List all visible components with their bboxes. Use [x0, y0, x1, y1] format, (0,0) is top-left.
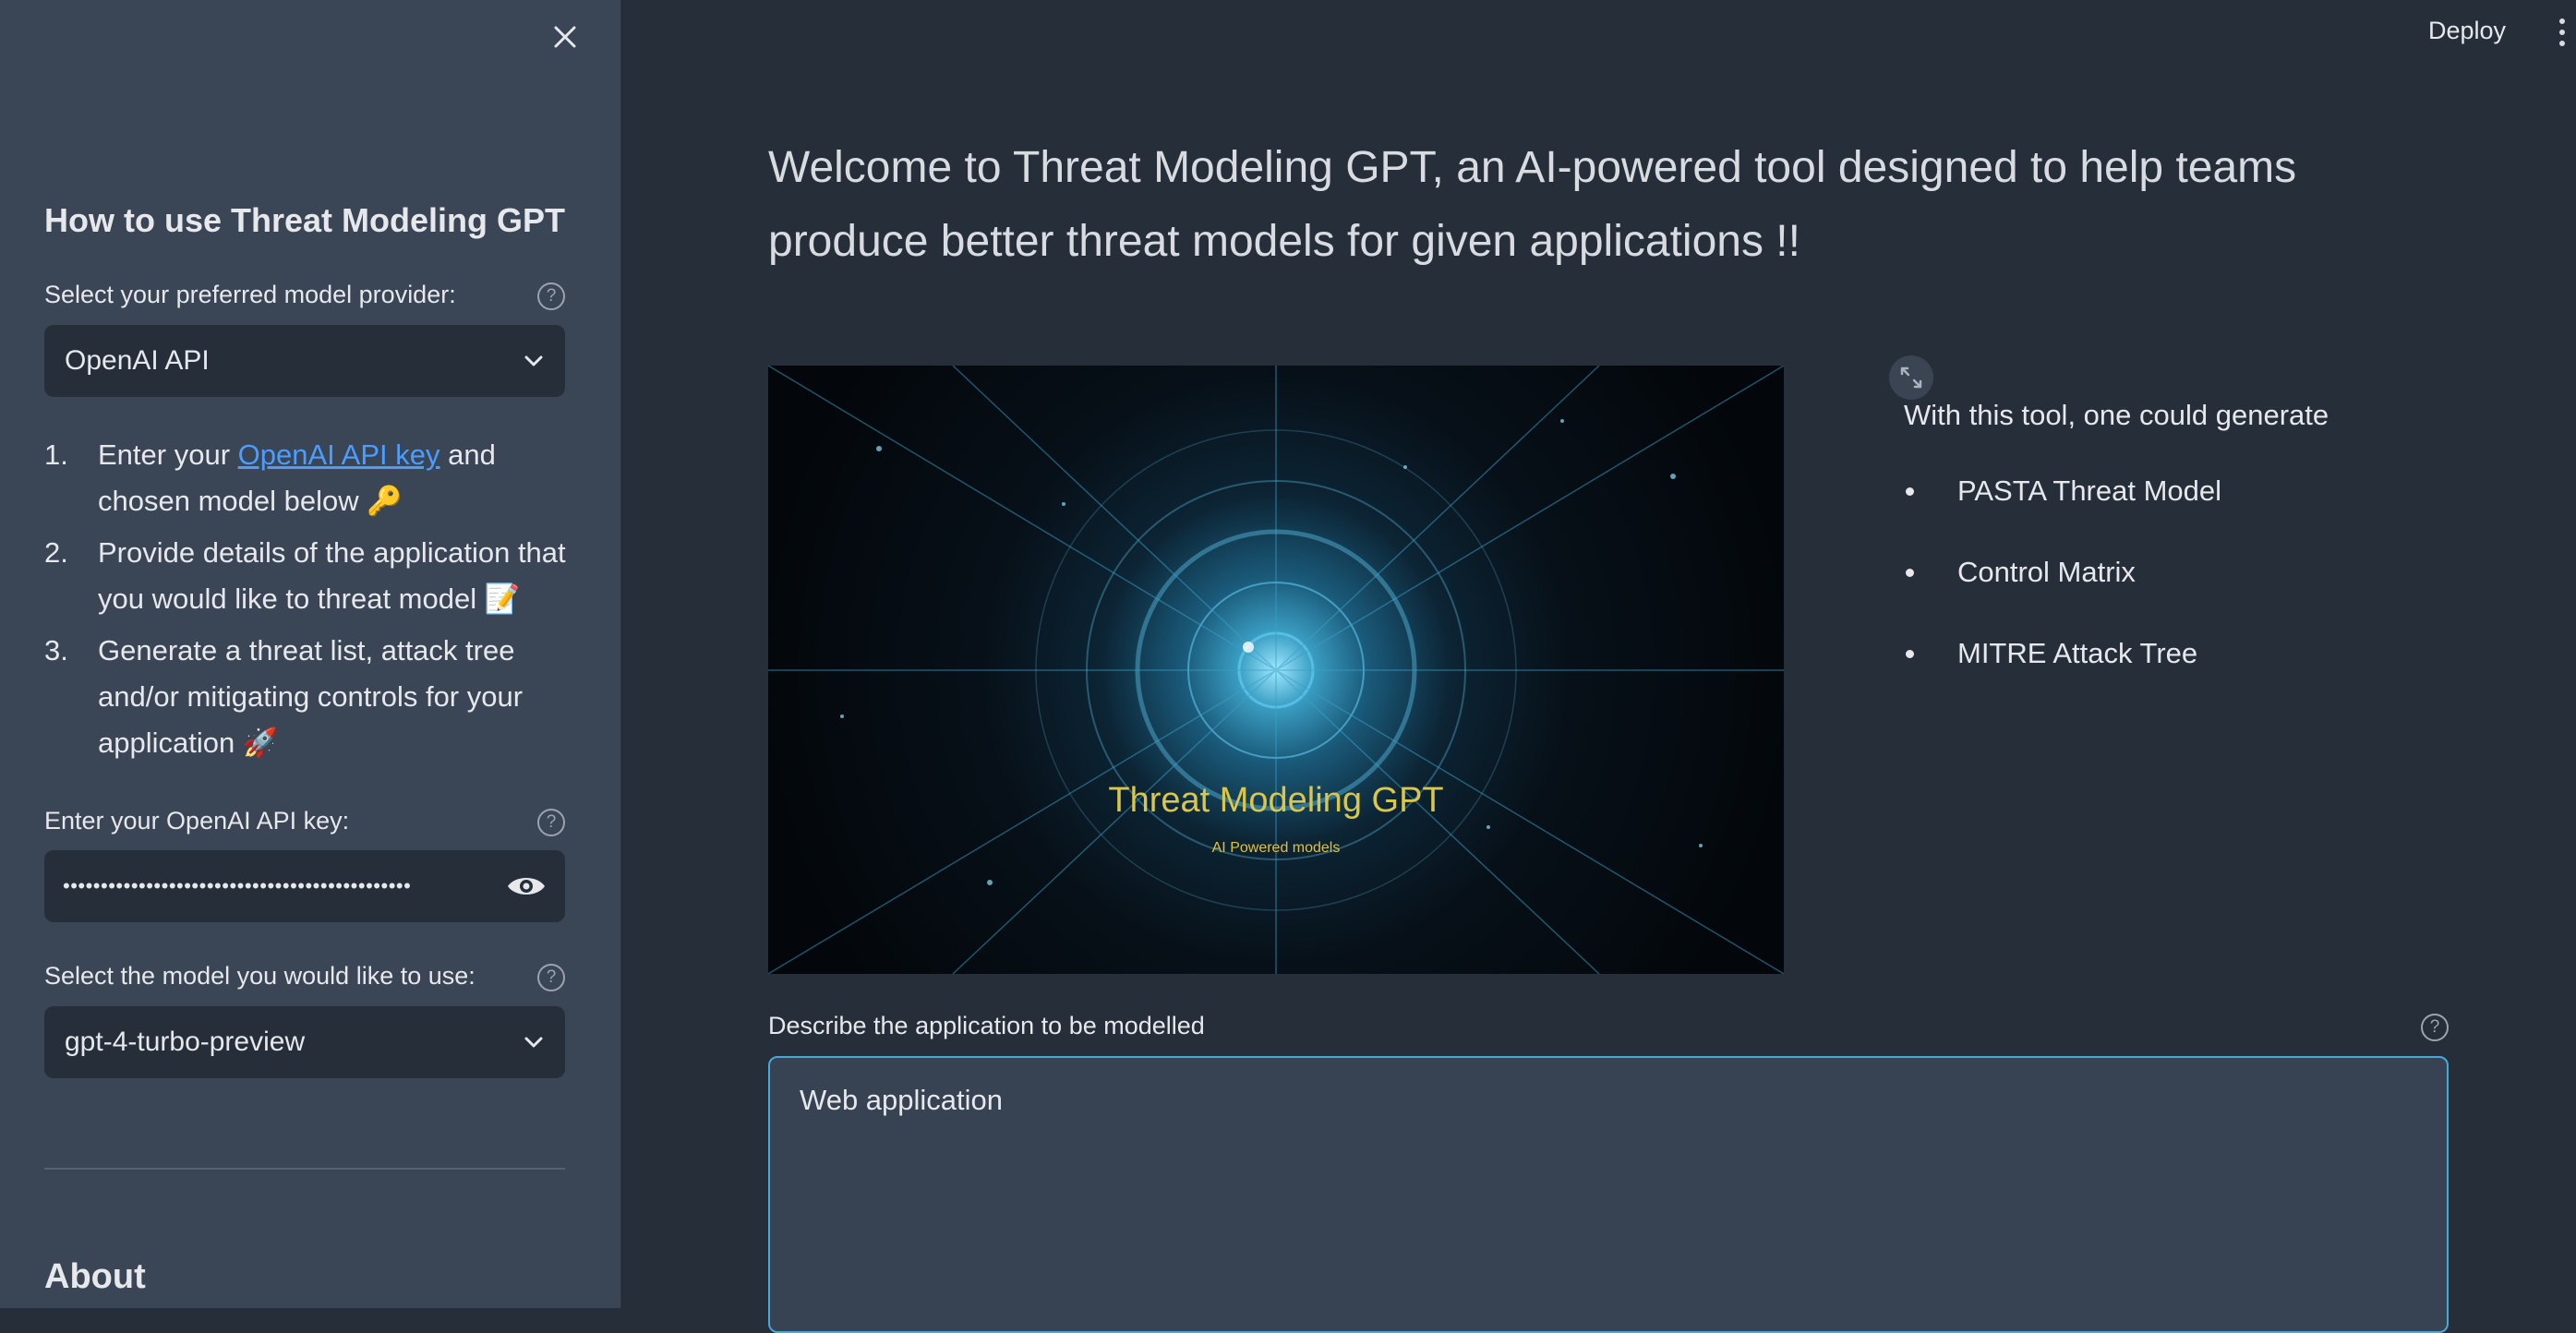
- model-select-value: gpt-4-turbo-preview: [65, 1027, 306, 1057]
- kebab-menu-icon[interactable]: [2558, 18, 2567, 52]
- list-item: Control Matrix: [1904, 552, 2221, 593]
- list-item: PASTA Threat Model: [1904, 471, 2221, 511]
- eye-icon[interactable]: [506, 872, 547, 900]
- close-icon: [554, 26, 576, 48]
- memo-icon: 📝: [484, 582, 521, 616]
- expand-image-button[interactable]: [1889, 355, 1933, 400]
- api-key-field[interactable]: ••••••••••••••••••••••••••••••••••••••••…: [44, 850, 565, 922]
- api-key-label: Enter your OpenAI API key:: [44, 807, 350, 835]
- intro-text: With this tool, one could generate: [1904, 399, 2329, 431]
- help-icon[interactable]: ?: [537, 282, 565, 310]
- provider-label: Select your preferred model provider:: [44, 281, 456, 308]
- list-item: 1. Enter your OpenAI API key and chosen …: [44, 438, 496, 518]
- close-sidebar-button[interactable]: [545, 17, 585, 57]
- rocket-icon: 🚀: [242, 727, 279, 760]
- hero-title: Threat Modeling GPT: [1108, 781, 1444, 820]
- openai-api-key-link[interactable]: OpenAI API key: [238, 438, 440, 471]
- deploy-button[interactable]: Deploy: [2428, 17, 2506, 45]
- about-heading: About: [44, 1257, 146, 1296]
- page-title: Welcome to Threat Modeling GPT, an AI-po…: [768, 143, 2297, 266]
- expand-icon: [1900, 366, 1922, 389]
- key-icon: 🔑: [367, 485, 403, 518]
- sidebar: How to use Threat Modeling GPT Select yo…: [0, 0, 621, 1308]
- hero-image: Threat Modeling GPT AI Powered models: [768, 366, 1784, 974]
- hero-subtitle: AI Powered models: [1211, 840, 1341, 856]
- model-select[interactable]: gpt-4-turbo-preview: [44, 1006, 565, 1078]
- divider: [44, 1168, 565, 1170]
- api-key-value: ••••••••••••••••••••••••••••••••••••••••…: [63, 874, 412, 897]
- instructions-list: 1. Enter your OpenAI API key and chosen …: [44, 432, 580, 772]
- app-description-textarea[interactable]: Web application: [768, 1056, 2449, 1333]
- feature-list: PASTA Threat Model Control Matrix MITRE …: [1904, 471, 2221, 715]
- list-item: 3. Generate a threat list, attack tree a…: [44, 634, 524, 760]
- help-icon[interactable]: ?: [2421, 1014, 2449, 1041]
- provider-select-value: OpenAI API: [65, 345, 210, 376]
- describe-label: Describe the application to be modelled: [768, 1012, 1205, 1039]
- help-icon[interactable]: ?: [537, 964, 565, 991]
- chevron-down-icon: [524, 1037, 543, 1048]
- model-label: Select the model you would like to use:: [44, 962, 475, 990]
- list-item: 2. Provide details of the application th…: [44, 536, 566, 616]
- sidebar-heading: How to use Threat Modeling GPT: [44, 201, 566, 239]
- chevron-down-icon: [524, 355, 543, 366]
- help-icon[interactable]: ?: [537, 809, 565, 836]
- list-item: MITRE Attack Tree: [1904, 633, 2221, 674]
- provider-select[interactable]: OpenAI API: [44, 325, 565, 397]
